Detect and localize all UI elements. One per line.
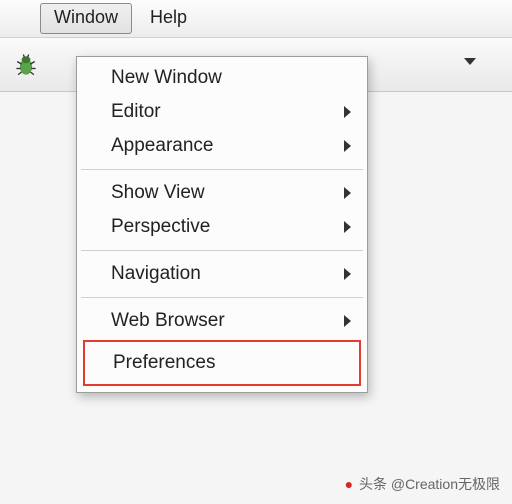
- menu-window[interactable]: Window: [40, 3, 132, 34]
- menu-item-label: New Window: [111, 67, 222, 89]
- submenu-arrow-icon: [344, 187, 351, 199]
- menu-separator: [81, 169, 363, 170]
- watermark-dot-icon: ●: [345, 476, 353, 492]
- menu-item-perspective[interactable]: Perspective: [77, 210, 367, 244]
- menu-item-label: Appearance: [111, 135, 213, 157]
- highlight-annotation: Preferences: [83, 340, 361, 386]
- menu-item-preferences[interactable]: Preferences: [113, 346, 349, 380]
- menu-item-editor[interactable]: Editor: [77, 95, 367, 129]
- menu-item-web-browser[interactable]: Web Browser: [77, 304, 367, 338]
- submenu-arrow-icon: [344, 315, 351, 327]
- menu-help[interactable]: Help: [136, 3, 201, 34]
- toolbar-dropdown-arrow-icon[interactable]: [464, 58, 476, 65]
- window-menu-dropdown: New Window Editor Appearance Show View P…: [76, 56, 368, 393]
- menu-item-label: Web Browser: [111, 310, 225, 332]
- menu-item-label: Show View: [111, 182, 205, 204]
- menubar: Window Help: [0, 0, 512, 38]
- menu-item-show-view[interactable]: Show View: [77, 176, 367, 210]
- menu-item-navigation[interactable]: Navigation: [77, 257, 367, 291]
- menu-separator: [81, 250, 363, 251]
- menu-item-appearance[interactable]: Appearance: [77, 129, 367, 163]
- submenu-arrow-icon: [344, 106, 351, 118]
- submenu-arrow-icon: [344, 140, 351, 152]
- menu-item-label: Navigation: [111, 263, 201, 285]
- submenu-arrow-icon: [344, 221, 351, 233]
- menu-item-label: Editor: [111, 101, 161, 123]
- menu-item-new-window[interactable]: New Window: [77, 61, 367, 95]
- watermark: ● 头条 @Creation无极限: [345, 474, 500, 494]
- submenu-arrow-icon: [344, 268, 351, 280]
- debug-icon[interactable]: [12, 51, 40, 79]
- menu-item-label: Preferences: [113, 352, 215, 374]
- menu-item-label: Perspective: [111, 216, 210, 238]
- watermark-text: 头条 @Creation无极限: [359, 476, 500, 492]
- menu-separator: [81, 297, 363, 298]
